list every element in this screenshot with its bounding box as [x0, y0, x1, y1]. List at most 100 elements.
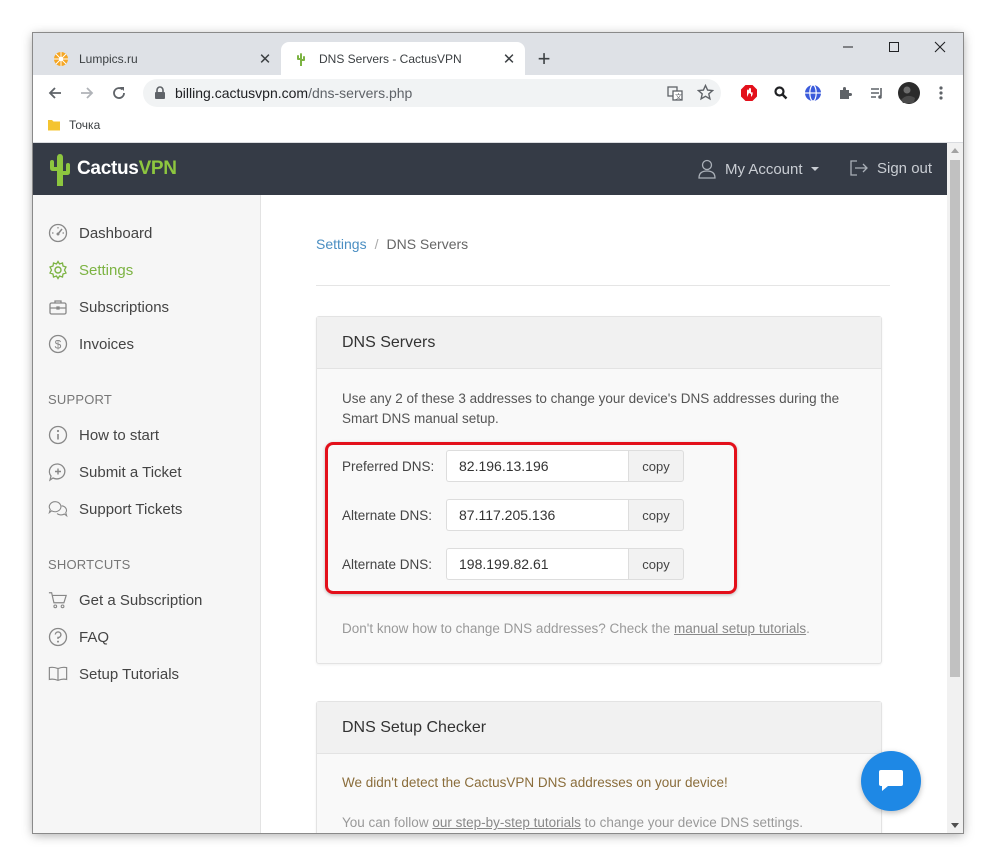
tab-strip: Lumpics.ru ✕ DNS Servers - CactusVPN ✕ + — [33, 33, 963, 75]
help-prefix: Don't know how to change DNS addresses? … — [342, 621, 675, 636]
sidebar-item-label: Submit a Ticket — [79, 463, 182, 481]
follow-prefix: You can follow — [342, 815, 433, 830]
sidebar-item-label: Support Tickets — [79, 500, 183, 518]
card-title: DNS Setup Checker — [317, 702, 881, 754]
browser-toolbar: billing.cactusvpn.com/dns-servers.php 文 — [33, 75, 963, 111]
sidebar-item-faq[interactable]: FAQ — [48, 627, 109, 647]
my-account-label: My Account — [725, 160, 803, 178]
manual-setup-tutorials-link[interactable]: manual setup tutorials — [674, 621, 806, 636]
sidebar-item-how-to-start[interactable]: How to start — [48, 425, 159, 445]
sidebar-item-settings[interactable]: Settings — [48, 260, 133, 280]
new-tab-button[interactable]: + — [531, 47, 557, 73]
page-viewport: CactusVPN My Account Sign out Dashboard … — [33, 143, 947, 833]
scrollbar-thumb[interactable] — [950, 160, 960, 677]
adblock-extension[interactable] — [735, 79, 763, 107]
scroll-down-arrow-icon[interactable] — [951, 823, 959, 828]
caret-down-icon — [810, 167, 819, 171]
star-icon[interactable] — [696, 83, 715, 106]
bookmark-tochka[interactable]: Точка — [47, 118, 100, 132]
dns-help-text: Don't know how to change DNS addresses? … — [342, 621, 810, 636]
svg-text:$: $ — [55, 338, 62, 352]
profile-button[interactable] — [895, 79, 923, 107]
close-window-button[interactable] — [917, 33, 963, 61]
sidebar-item-support-tickets[interactable]: Support Tickets — [48, 499, 182, 519]
sidebar-item-subscriptions[interactable]: Subscriptions — [48, 297, 169, 317]
tab-dns-servers[interactable]: DNS Servers - CactusVPN ✕ — [281, 42, 525, 75]
back-button[interactable] — [41, 79, 69, 107]
question-icon — [48, 627, 68, 647]
reading-list-icon — [871, 88, 882, 99]
forward-button[interactable] — [73, 79, 101, 107]
sidebar-item-label: Settings — [79, 261, 134, 279]
breadcrumb-settings-link[interactable]: Settings — [316, 236, 367, 252]
sidebar: Dashboard Settings Subscriptions $ Invoi… — [33, 195, 261, 833]
support-heading: SUPPORT — [48, 392, 113, 407]
follow-suffix: to change your device DNS settings. — [580, 815, 804, 830]
minimize-button[interactable] — [825, 33, 871, 61]
bookmark-label: Точка — [69, 118, 101, 132]
forward-icon — [81, 87, 94, 99]
address-bar[interactable]: billing.cactusvpn.com/dns-servers.php 文 — [143, 79, 721, 107]
cart-icon — [48, 590, 68, 610]
maximize-icon — [889, 42, 899, 52]
sidebar-item-submit-ticket[interactable]: Submit a Ticket — [48, 462, 182, 482]
back-icon — [48, 87, 61, 99]
step-by-step-tutorials-link[interactable]: our step-by-step tutorials — [432, 815, 581, 830]
vpn-ext-icon — [805, 84, 821, 102]
sidebar-item-label: Invoices — [79, 335, 135, 353]
menu-icon — [939, 86, 943, 100]
sidebar-item-label: Setup Tutorials — [79, 665, 180, 683]
search-ext-icon — [774, 86, 788, 100]
vpn-extension[interactable] — [799, 79, 827, 107]
gear-icon — [48, 260, 68, 280]
sidebar-item-label: Subscriptions — [79, 298, 170, 316]
cactusvpn-logo[interactable]: CactusVPN — [47, 151, 177, 187]
sidebar-item-get-subscription[interactable]: Get a Subscription — [48, 590, 202, 610]
reload-button[interactable] — [105, 79, 133, 107]
cactus-logo-icon — [50, 154, 70, 186]
tab-title: DNS Servers - CactusVPN — [319, 51, 462, 66]
card-title: DNS Servers — [317, 317, 881, 369]
sidebar-item-setup-tutorials[interactable]: Setup Tutorials — [48, 664, 179, 684]
dns-description: Use any 2 of these 3 addresses to change… — [342, 391, 840, 426]
my-account-menu[interactable]: My Account — [698, 159, 820, 179]
url-path: /dns-servers.php — [308, 85, 413, 101]
translate-icon[interactable]: 文 — [667, 85, 683, 106]
orange-favicon-icon — [53, 51, 69, 67]
gauge-icon — [48, 223, 68, 243]
sidebar-item-label: How to start — [79, 426, 160, 444]
page-scrollbar[interactable] — [947, 143, 963, 833]
maximize-button[interactable] — [871, 33, 917, 61]
tab-close-icon[interactable]: ✕ — [255, 50, 275, 68]
logo-text-accent: VPN — [138, 158, 177, 179]
sidebar-item-dashboard[interactable]: Dashboard — [48, 223, 152, 243]
info-icon — [48, 425, 68, 445]
svg-text:文: 文 — [675, 92, 682, 101]
tab-lumpics[interactable]: Lumpics.ru ✕ — [41, 42, 281, 75]
logo-text-main: Cactus — [77, 158, 139, 179]
close-icon — [934, 41, 946, 53]
reading-list-button[interactable] — [863, 79, 891, 107]
tab-close-icon[interactable]: ✕ — [499, 50, 519, 68]
extensions-button[interactable] — [831, 79, 859, 107]
breadcrumb-current: DNS Servers — [386, 236, 469, 252]
main-content: Settings / DNS Servers DNS Servers Use any… — [261, 195, 947, 833]
chats-icon — [48, 499, 68, 519]
follow-tutorials-text: You can follow our step-by-step tutorial… — [342, 815, 803, 830]
browser-window: Lumpics.ru ✕ DNS Servers - CactusVPN ✕ + — [33, 33, 963, 833]
sidebar-item-invoices[interactable]: $ Invoices — [48, 334, 134, 354]
reload-icon — [113, 87, 125, 99]
dns-not-detected-warning: We didn't detect the CactusVPN DNS addre… — [342, 775, 728, 790]
scroll-up-arrow-icon[interactable] — [951, 148, 959, 153]
shortcuts-heading: SHORTCUTS — [48, 557, 131, 572]
sign-out-icon — [850, 160, 868, 176]
live-chat-button[interactable] — [861, 751, 921, 811]
browser-menu-button[interactable] — [927, 79, 955, 107]
url-host: billing.cactusvpn.com — [175, 85, 309, 101]
sidebar-item-label: FAQ — [79, 628, 110, 646]
dns-setup-checker-card: DNS Setup Checker We didn't detect the C… — [316, 701, 882, 833]
sidebar-item-label: Get a Subscription — [79, 591, 203, 609]
search-extension[interactable] — [767, 79, 795, 107]
highlight-annotation — [325, 442, 737, 594]
sign-out-link[interactable]: Sign out — [849, 159, 932, 177]
